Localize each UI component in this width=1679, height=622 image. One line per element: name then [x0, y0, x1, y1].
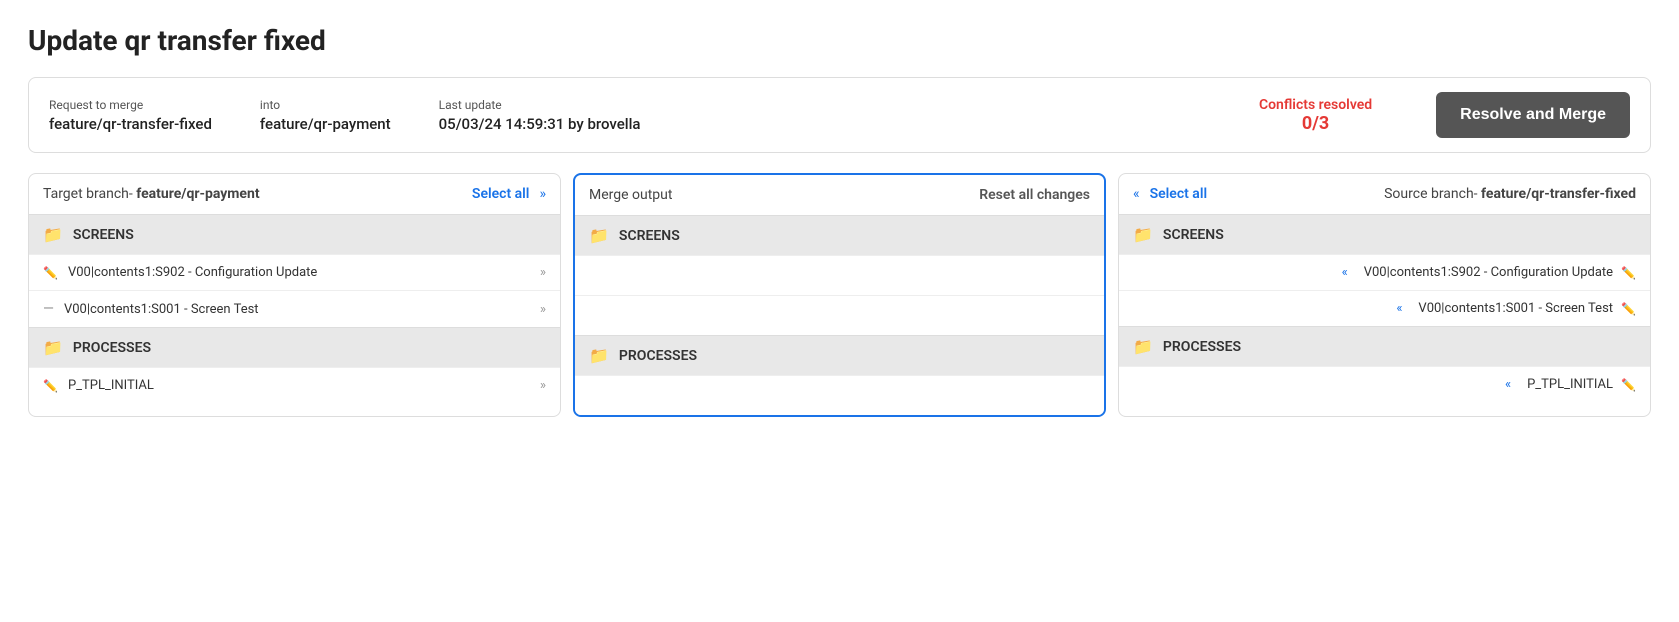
- source-branch-name: feature/qr-transfer-fixed: [1481, 186, 1636, 202]
- arrow-right-icon-2: »: [540, 302, 546, 317]
- center-screens-label: SCREENS: [619, 228, 680, 244]
- edit-icon-2: ✏️: [43, 379, 58, 393]
- center-processes-folder: 📁 PROCESSES: [575, 335, 1104, 375]
- center-panel-header: Merge output Reset all changes: [575, 175, 1104, 215]
- target-header-actions: Select all »: [472, 186, 546, 202]
- arrow-right-icon-3: »: [540, 378, 546, 393]
- source-panel-header: « Select all Source branch- feature/qr-t…: [1119, 174, 1650, 214]
- target-config-update-label: V00|contents1:S902 - Configuration Updat…: [68, 265, 317, 280]
- source-ptpl-row[interactable]: « P_TPL_INITIAL ✏️: [1119, 366, 1650, 402]
- meta-bar: Request to merge feature/qr-transfer-fix…: [28, 77, 1651, 153]
- source-ptpl-label: P_TPL_INITIAL: [1527, 377, 1613, 392]
- source-branch-label: Source branch- feature/qr-transfer-fixed: [1384, 186, 1636, 202]
- source-branch-panel: « Select all Source branch- feature/qr-t…: [1118, 173, 1651, 417]
- source-screen-test-row[interactable]: « V00|contents1:S001 - Screen Test ✏️: [1119, 290, 1650, 326]
- folder-icon-source-2: 📁: [1133, 337, 1153, 356]
- source-config-update-label: V00|contents1:S902 - Configuration Updat…: [1364, 265, 1613, 280]
- edit-icon-source-1: ✏️: [1621, 266, 1636, 280]
- center-empty-3: [575, 375, 1104, 415]
- folder-icon-center-2: 📁: [589, 346, 609, 365]
- target-branch-panel: Target branch- feature/qr-payment Select…: [28, 173, 561, 417]
- resolve-and-merge-button[interactable]: Resolve and Merge: [1436, 92, 1630, 138]
- edit-icon-source-2: ✏️: [1621, 302, 1636, 316]
- source-chevrons-left: «: [1133, 186, 1140, 202]
- target-screen-test-label: V00|contents1:S001 - Screen Test: [64, 302, 259, 317]
- conflicts-resolved-count: 0/3: [1259, 113, 1372, 134]
- center-empty-2: [575, 295, 1104, 335]
- arrow-left-icon-3: «: [1505, 377, 1511, 392]
- target-select-all[interactable]: Select all: [472, 186, 530, 202]
- into-field: into feature/qr-payment: [260, 98, 391, 133]
- target-processes-label: PROCESSES: [73, 340, 151, 356]
- source-processes-folder: 📁 PROCESSES: [1119, 326, 1650, 366]
- target-config-update-row[interactable]: ✏️ V00|contents1:S902 - Configuration Up…: [29, 254, 560, 290]
- center-empty-1: [575, 255, 1104, 295]
- arrow-left-icon-1: «: [1342, 265, 1348, 280]
- edit-icon: ✏️: [43, 266, 58, 280]
- source-screens-label: SCREENS: [1163, 227, 1224, 243]
- source-select-all[interactable]: Select all: [1150, 186, 1208, 202]
- edit-icon-source-3: ✏️: [1621, 378, 1636, 392]
- conflicts-resolved: Conflicts resolved 0/3: [1259, 97, 1372, 134]
- three-column-layout: Target branch- feature/qr-payment Select…: [28, 173, 1651, 417]
- source-processes-label: PROCESSES: [1163, 339, 1241, 355]
- last-update-label: Last update: [439, 98, 641, 112]
- target-screens-label: SCREENS: [73, 227, 134, 243]
- last-update-field: Last update 05/03/24 14:59:31 by brovell…: [439, 98, 641, 133]
- page-title: Update qr transfer fixed: [28, 24, 1651, 57]
- source-screens-folder: 📁 SCREENS: [1119, 214, 1650, 254]
- folder-icon-2: 📁: [43, 338, 63, 357]
- target-ptpl-label: P_TPL_INITIAL: [68, 378, 154, 393]
- request-to-merge-value: feature/qr-transfer-fixed: [49, 115, 212, 133]
- source-header-actions: « Select all: [1133, 186, 1207, 202]
- dash-icon: —: [43, 301, 54, 317]
- conflicts-resolved-label: Conflicts resolved: [1259, 97, 1372, 113]
- target-processes-folder: 📁 PROCESSES: [29, 327, 560, 367]
- into-value: feature/qr-payment: [260, 115, 391, 133]
- center-screens-folder: 📁 SCREENS: [575, 215, 1104, 255]
- source-config-update-row[interactable]: « V00|contents1:S902 - Configuration Upd…: [1119, 254, 1650, 290]
- folder-icon-center-1: 📁: [589, 226, 609, 245]
- folder-icon-source-1: 📁: [1133, 225, 1153, 244]
- target-screen-test-row[interactable]: — V00|contents1:S001 - Screen Test »: [29, 290, 560, 327]
- request-to-merge-label: Request to merge: [49, 98, 212, 112]
- target-branch-label: Target branch- feature/qr-payment: [43, 186, 260, 202]
- request-to-merge-field: Request to merge feature/qr-transfer-fix…: [49, 98, 212, 133]
- source-screen-test-label: V00|contents1:S001 - Screen Test: [1418, 301, 1613, 316]
- reset-all-changes[interactable]: Reset all changes: [979, 187, 1090, 203]
- last-update-value: 05/03/24 14:59:31 by brovella: [439, 115, 641, 133]
- arrow-right-icon: »: [540, 265, 546, 280]
- target-ptpl-row[interactable]: ✏️ P_TPL_INITIAL »: [29, 367, 560, 403]
- target-chevrons-right: »: [539, 186, 546, 202]
- target-screens-folder: 📁 SCREENS: [29, 214, 560, 254]
- center-processes-label: PROCESSES: [619, 348, 697, 364]
- target-panel-header: Target branch- feature/qr-payment Select…: [29, 174, 560, 214]
- folder-icon: 📁: [43, 225, 63, 244]
- target-branch-name: feature/qr-payment: [136, 186, 259, 202]
- into-label: into: [260, 98, 391, 112]
- merge-output-panel: Merge output Reset all changes 📁 SCREENS…: [573, 173, 1106, 417]
- merge-output-label: Merge output: [589, 187, 672, 203]
- arrow-left-icon-2: «: [1396, 301, 1402, 316]
